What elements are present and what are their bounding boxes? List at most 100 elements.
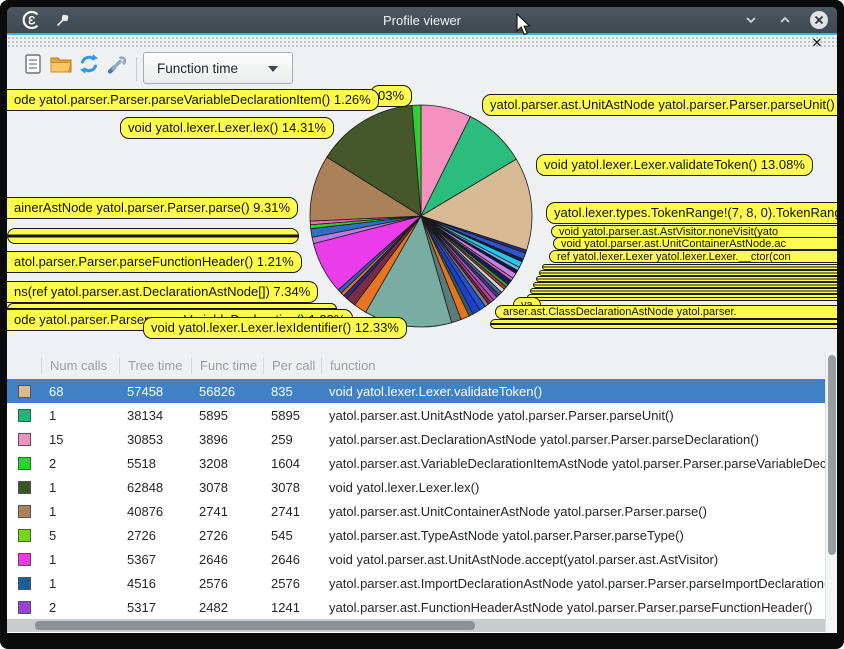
toolbar-separator bbox=[136, 57, 137, 81]
table-cell: void yatol.parser.ast.UnitAstNode.accept… bbox=[321, 552, 825, 567]
view-mode-combobox[interactable]: Function time bbox=[143, 52, 293, 84]
pie-label: arser.ast.ClassDeclarationAstNode yatol.… bbox=[495, 305, 837, 319]
pie-label bbox=[490, 319, 837, 329]
pie-label: ode yatol.parser.Parser.parseVariableDec… bbox=[7, 89, 379, 111]
open-button[interactable] bbox=[48, 51, 74, 77]
svg-text:Ɛ: Ɛ bbox=[28, 14, 36, 28]
table-cell: 3078 bbox=[263, 480, 321, 495]
table-cell: 2646 bbox=[191, 552, 263, 567]
table-cell: 62848 bbox=[119, 480, 191, 495]
pin-icon[interactable] bbox=[53, 10, 73, 30]
close-button[interactable] bbox=[809, 10, 829, 30]
table-cell: 5895 bbox=[263, 408, 321, 423]
table-row[interactable]: 16284830783078void yatol.lexer.Lexer.lex… bbox=[7, 475, 825, 499]
table-cell: 2726 bbox=[191, 528, 263, 543]
pie-label: ns(ref yatol.parser.ast.DeclarationAstNo… bbox=[7, 281, 318, 303]
dock-drag-handle[interactable] bbox=[7, 36, 837, 48]
app-icon[interactable]: Ɛ bbox=[21, 10, 41, 30]
chevron-down-icon bbox=[268, 66, 278, 72]
table-cell: 1604 bbox=[263, 456, 321, 471]
results-table: Num callsTree timeFunc timePer callfunct… bbox=[7, 352, 825, 633]
column-header[interactable]: Per call bbox=[263, 357, 321, 374]
maximize-button[interactable] bbox=[775, 10, 795, 30]
column-header[interactable]: Tree time bbox=[119, 357, 191, 374]
horizontal-scrollbar[interactable] bbox=[7, 619, 825, 632]
view-mode-value: Function time bbox=[157, 61, 238, 76]
settings-button[interactable] bbox=[104, 51, 130, 77]
title-bar[interactable]: Ɛ Profile viewer bbox=[7, 7, 837, 33]
table-cell: 57458 bbox=[119, 384, 191, 399]
table-row[interactable]: 2531724821241yatol.parser.ast.FunctionHe… bbox=[7, 595, 825, 619]
refresh-icon bbox=[77, 52, 101, 76]
pie-label: atol.parser.Parser.parseFunctionHeader()… bbox=[7, 251, 302, 273]
table-row[interactable]: 1536726462646void yatol.parser.ast.UnitA… bbox=[7, 547, 825, 571]
table-cell: 1 bbox=[41, 408, 119, 423]
minimize-button[interactable] bbox=[741, 10, 761, 30]
table-cell: 2 bbox=[41, 456, 119, 471]
table-cell: 2741 bbox=[263, 504, 321, 519]
dock-close-icon[interactable]: ✕ bbox=[808, 35, 826, 51]
table-row[interactable]: 15308533896259yatol.parser.ast.Declarati… bbox=[7, 427, 825, 451]
column-header[interactable]: function bbox=[321, 357, 825, 374]
pie-label: void yatol.parser.ast.UnitContainerAstNo… bbox=[553, 237, 837, 250]
column-header[interactable]: Num calls bbox=[41, 357, 119, 374]
table-cell: 1 bbox=[41, 576, 119, 591]
table-cell: 3078 bbox=[191, 480, 263, 495]
refresh-button[interactable] bbox=[76, 51, 102, 77]
table-cell: 1241 bbox=[263, 600, 321, 615]
table-cell: 2646 bbox=[263, 552, 321, 567]
table-cell: 2 bbox=[41, 600, 119, 615]
table-cell: 2576 bbox=[191, 576, 263, 591]
table-row[interactable]: 2551832081604yatol.parser.ast.VariableDe… bbox=[7, 451, 825, 475]
table-cell: 5367 bbox=[119, 552, 191, 567]
table-cell: 3896 bbox=[191, 432, 263, 447]
color-swatch bbox=[18, 481, 31, 494]
pie-label: ainerAstNode yatol.parser.Parser.parse()… bbox=[7, 197, 298, 219]
vertical-scrollbar-thumb[interactable] bbox=[828, 355, 836, 555]
color-swatch bbox=[18, 409, 31, 422]
table-cell: yatol.parser.ast.VariableDeclarationItem… bbox=[321, 456, 825, 471]
table-row[interactable]: 13813458955895yatol.parser.ast.UnitAstNo… bbox=[7, 403, 825, 427]
color-swatch bbox=[18, 505, 31, 518]
color-swatch bbox=[18, 601, 31, 614]
table-cell: 3208 bbox=[191, 456, 263, 471]
table-cell: 1 bbox=[41, 504, 119, 519]
report-icon bbox=[23, 53, 43, 75]
table-row[interactable]: 14087627412741yatol.parser.ast.UnitConta… bbox=[7, 499, 825, 523]
color-swatch bbox=[18, 433, 31, 446]
pie-label bbox=[527, 294, 837, 301]
table-row[interactable]: 527262726545yatol.parser.ast.TypeAstNode… bbox=[7, 523, 825, 547]
wrench-icon bbox=[105, 52, 129, 76]
pie-label: yatol.lexer.types.TokenRange!(7, 8, 0).T… bbox=[546, 202, 837, 224]
table-cell: 1 bbox=[41, 552, 119, 567]
profile-viewer-window: Ɛ Profile viewer bbox=[0, 0, 844, 649]
window-title: Profile viewer bbox=[7, 13, 837, 28]
table-cell: 2482 bbox=[191, 600, 263, 615]
color-swatch bbox=[18, 385, 31, 398]
mouse-cursor bbox=[516, 13, 532, 42]
column-header[interactable]: Func time bbox=[191, 357, 263, 374]
column-header[interactable] bbox=[7, 357, 41, 374]
table-cell: 30853 bbox=[119, 432, 191, 447]
table-cell: yatol.parser.ast.DeclarationAstNode yato… bbox=[321, 432, 825, 447]
table-cell: 1 bbox=[41, 480, 119, 495]
table-row[interactable]: 1451625762576yatol.parser.ast.ImportDecl… bbox=[7, 571, 825, 595]
pie-chart bbox=[308, 103, 534, 329]
table-cell: 2741 bbox=[191, 504, 263, 519]
table-row[interactable]: 685745856826835void yatol.lexer.Lexer.va… bbox=[7, 379, 825, 403]
report-button[interactable] bbox=[20, 51, 46, 77]
table-cell: yatol.parser.ast.ImportDeclarationAstNod… bbox=[321, 576, 825, 591]
horizontal-scrollbar-thumb[interactable] bbox=[35, 621, 475, 630]
table-cell: 4516 bbox=[119, 576, 191, 591]
table-cell: 5 bbox=[41, 528, 119, 543]
vertical-scrollbar[interactable] bbox=[825, 352, 837, 633]
pie-label: void yatol.lexer.Lexer.lexIdentifier() 1… bbox=[143, 317, 407, 339]
open-folder-icon bbox=[49, 53, 73, 75]
dock-content: ✕ bbox=[7, 35, 837, 633]
pie-label: void yatol.lexer.Lexer.lex() 14.31% bbox=[120, 117, 334, 139]
table-cell: 5895 bbox=[191, 408, 263, 423]
color-swatch bbox=[18, 553, 31, 566]
table-cell: 38134 bbox=[119, 408, 191, 423]
table-cell: 68 bbox=[41, 384, 119, 399]
table-cell: 835 bbox=[263, 384, 321, 399]
